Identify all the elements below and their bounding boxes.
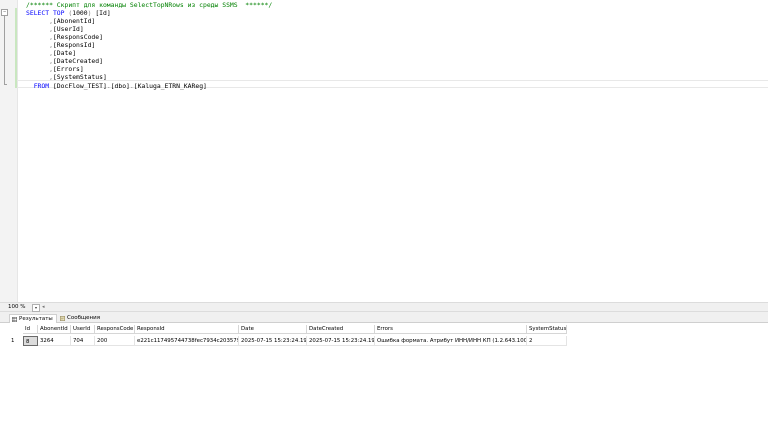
message-icon [60, 315, 65, 321]
code-token: [dbo] [110, 81, 130, 90]
code-area[interactable]: /****** Скрипт для команды SelectTopNRow… [17, 0, 768, 302]
table-cell[interactable]: 8 [23, 336, 38, 346]
code-token: [AbonentId] [52, 17, 96, 26]
collapse-icon[interactable]: − [1, 9, 8, 16]
column-header[interactable]: AbonentId [38, 325, 71, 334]
column-header[interactable]: Id [23, 325, 38, 334]
code-token: [Id] [91, 9, 111, 18]
query-editor[interactable]: − /****** Скрипт для команды SelectTopNR… [0, 0, 768, 302]
fold-guide-end [4, 84, 7, 85]
results-grid[interactable]: Id AbonentId UserId ResponsCode ResponsId Dat… [0, 323, 768, 433]
code-line: /****** Скрипт для команды SelectTopNRow… [26, 1, 272, 9]
code-token: [UserId] [52, 25, 84, 34]
table-cell[interactable]: 704 [71, 336, 95, 346]
code-line: FROM [DocFlow_TEST].[dbo].[Kaluga_ETRN_K… [26, 82, 207, 90]
code-token: [SystemStatus] [52, 73, 107, 82]
table-cell[interactable]: 200 [95, 336, 135, 346]
scroll-left-icon[interactable]: ◂ [42, 305, 45, 310]
code-token: [Date] [52, 49, 77, 58]
column-header[interactable]: UserId [71, 325, 95, 334]
code-token: SELECT [26, 9, 50, 18]
code-token: [ResponsCode] [52, 33, 103, 42]
code-line: ,[SystemStatus] [26, 73, 107, 81]
column-header[interactable]: SystemStatus [527, 325, 567, 334]
code-token: 1000 [72, 9, 88, 18]
results-tabbar: Результаты Сообщения [0, 312, 768, 323]
grid-icon [12, 316, 17, 322]
zoom-dropdown-icon[interactable]: ▾ [32, 304, 40, 312]
table-cell[interactable]: Ошибка формата. Атрибут ИНН/ИНН КП (1.2.… [375, 336, 527, 346]
code-token: [Kaluga_ETRN_KAReg] [133, 81, 207, 90]
code-line: ,[UserId] [26, 25, 84, 33]
code-token: FROM [33, 81, 50, 90]
table-cell[interactable]: 2 [527, 336, 567, 346]
column-header[interactable]: Date [239, 325, 307, 334]
code-line: SELECT TOP (1000) [Id] [26, 9, 111, 17]
code-line: ,[DateCreated] [26, 57, 103, 65]
code-line: ,[Errors] [26, 65, 84, 73]
tab-messages[interactable]: Сообщения [58, 314, 102, 323]
tab-messages-label: Сообщения [67, 315, 101, 321]
column-header[interactable]: ResponsId [135, 325, 239, 334]
tab-results[interactable]: Результаты [9, 314, 57, 323]
code-token: TOP [52, 9, 65, 18]
code-token: [ResponsId] [52, 41, 96, 50]
column-header[interactable]: ResponsCode [95, 325, 135, 334]
code-token: [DateCreated] [52, 57, 103, 66]
table-cell[interactable]: 3264 [38, 336, 71, 346]
code-line: ,[ResponsId] [26, 41, 95, 49]
table-cell[interactable]: e221c117495744738fec7934c203579 [135, 336, 239, 346]
code-line: ,[ResponsCode] [26, 33, 103, 41]
code-token: [DocFlow_TEST] [49, 81, 107, 90]
table-cell[interactable]: 2025-07-15 15:23:24.197 [307, 336, 375, 346]
column-header[interactable]: DateCreated [307, 325, 375, 334]
column-header[interactable]: Errors [375, 325, 527, 334]
fold-guide [4, 16, 5, 84]
code-line: ,[Date] [26, 49, 76, 57]
table-cell[interactable]: 2025-07-15 15:23:24.197 [239, 336, 307, 346]
editor-status-strip: 100 % ▾ ◂ [0, 302, 768, 312]
tab-results-label: Результаты [19, 316, 53, 322]
code-token: /****** Скрипт для команды SelectTopNRow… [26, 1, 273, 9]
code-line: ,[AbonentId] [26, 17, 95, 25]
code-token: [Errors] [52, 65, 84, 74]
zoom-level: 100 % [8, 304, 26, 310]
